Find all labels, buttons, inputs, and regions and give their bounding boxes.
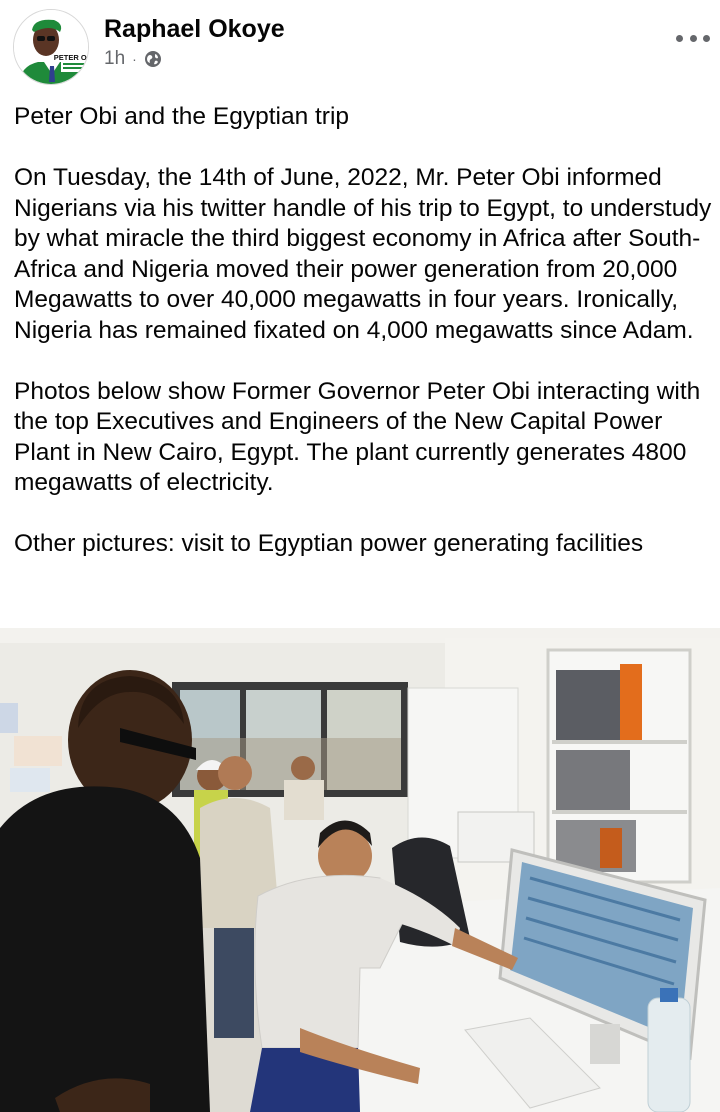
- meta-separator: ·: [132, 51, 137, 67]
- globe-icon[interactable]: [144, 50, 162, 68]
- post-body: Peter Obi and the Egyptian trip On Tuesd…: [14, 102, 714, 560]
- post-time[interactable]: 1h: [104, 47, 125, 71]
- post-title: Peter Obi and the Egyptian trip: [14, 103, 350, 130]
- more-options-icon[interactable]: [676, 26, 710, 50]
- post-photo[interactable]: [0, 628, 720, 1112]
- post-paragraph: On Tuesday, the 14th of June, 2022, Mr. …: [14, 164, 712, 344]
- avatar-badge-text: PETER OBI: [54, 53, 89, 62]
- author-name[interactable]: Raphael Okoye: [104, 14, 285, 44]
- post-paragraph: Photos below show Former Governor Peter …: [14, 377, 701, 497]
- post-header: PETER OBI Raphael Okoye 1h ·: [0, 0, 720, 96]
- post-meta: 1h ·: [104, 47, 162, 71]
- post-paragraph: Other pictures: visit to Egyptian power …: [14, 530, 644, 557]
- avatar[interactable]: PETER OBI: [13, 9, 89, 85]
